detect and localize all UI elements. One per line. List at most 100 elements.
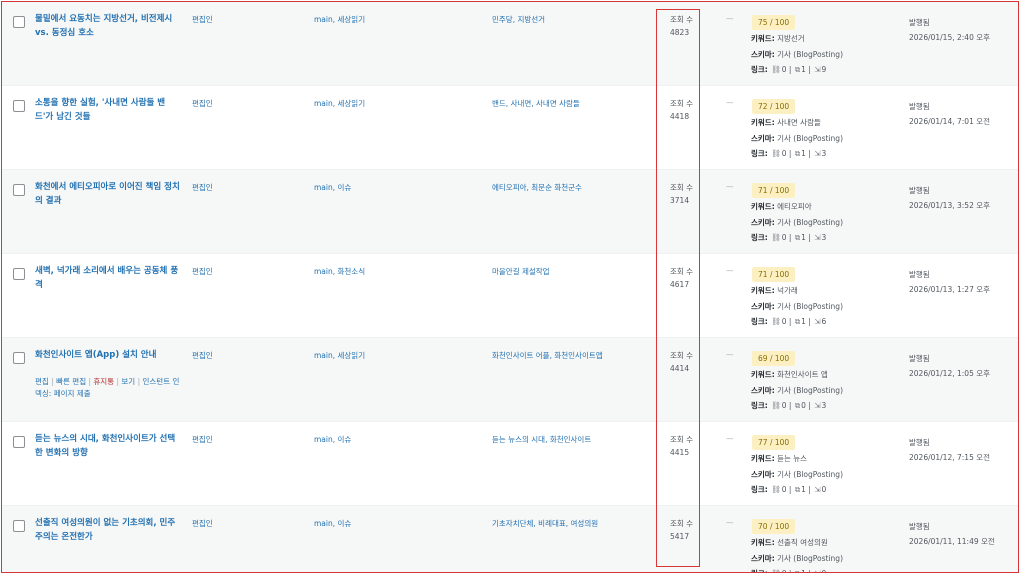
author-link[interactable]: 편집인 — [192, 182, 213, 193]
seo-score-badge: 70 / 100 — [752, 519, 796, 534]
publish-date: 2026/01/13, 3:52 오후 — [909, 201, 991, 210]
author-link[interactable]: 편집인 — [192, 350, 213, 361]
publish-status: 발행됨 2026/01/11, 11:49 오전 — [909, 519, 995, 549]
table-row: 새벽, 넉가래 소리에서 배우는 공동체 풍격 편집인 main, 화천소식 마을안길… — [2, 254, 1018, 338]
view-link[interactable]: 보기 — [121, 377, 135, 386]
publish-date: 2026/01/12, 7:15 오전 — [909, 453, 991, 462]
author-link[interactable]: 편집인 — [192, 98, 213, 109]
seo-keyword: 키워드: 선출직 여성의원 — [751, 535, 911, 551]
seo-details: 키워드: 사내면 사람들 스키마: 기사 (BlogPosting) 링크: ⛓0 … — [751, 115, 911, 162]
incoming-link-count: 9 — [821, 65, 827, 74]
seo-score-value: 75 — [758, 18, 768, 27]
categories-links[interactable]: main, 화천소식 — [314, 266, 365, 277]
incoming-link-count: 3 — [821, 233, 827, 242]
seo-schema: 스키마: 기사 (BlogPosting) — [751, 467, 911, 483]
incoming-link-icon: ⇲ — [814, 401, 821, 410]
links-label: 링크: — [751, 149, 768, 158]
seo-score-value: 72 — [758, 102, 768, 111]
keyword-label: 키워드: — [751, 34, 775, 43]
tags-links[interactable]: 에티오피아, 최문순 화천군수 — [492, 182, 582, 193]
incoming-link-icon: ⇲ — [814, 566, 820, 572]
tags-links[interactable]: 듣는 뉴스의 시대, 화천인사이트 — [492, 434, 591, 445]
keyword-value: 선출직 여성의원 — [777, 538, 828, 547]
tags-links[interactable]: 기초자치단체, 비례대표, 여성의원 — [492, 518, 598, 529]
post-title-link[interactable]: 화천에서 에티오피아로 이어진 책임 정치의 결과 — [35, 180, 180, 208]
schema-value: 기사 (BlogPosting) — [777, 385, 843, 395]
incoming-link-count: 6 — [821, 317, 827, 326]
author-link[interactable]: 편집인 — [192, 518, 213, 529]
internal-link-count: 0 — [781, 149, 787, 158]
categories-links[interactable]: main, 세상읽기 — [314, 350, 365, 361]
seo-score-badge: 75 / 100 — [752, 15, 796, 30]
publish-status: 발행됨 2026/01/12, 7:15 오전 — [909, 435, 990, 465]
categories-links[interactable]: main, 이슈 — [314, 182, 351, 193]
tags-links[interactable]: 화천인사이트 어플, 화천인사이트앱 — [492, 350, 603, 361]
categories-links[interactable]: main, 이슈 — [314, 518, 351, 529]
external-link-count: 1 — [801, 233, 806, 242]
internal-link-count: 0 — [781, 401, 787, 410]
quick-edit-link[interactable]: 빠른 편집 — [56, 377, 86, 386]
publish-status: 발행됨 2026/01/12, 1:05 오후 — [909, 351, 990, 381]
seo-details: 키워드: 선출직 여성의원스키마: 기사 (BlogPosting) 링크: ⛓0… — [751, 535, 911, 572]
row-checkbox[interactable] — [13, 16, 25, 28]
keyword-label: 키워드: — [751, 370, 775, 379]
external-link-icon: ⧉ — [794, 401, 801, 410]
links-label: 링크: — [751, 317, 768, 326]
author-link[interactable]: 편집인 — [192, 266, 213, 277]
keyword-value: 듣는 뉴스 — [777, 454, 808, 463]
external-link-count: 1 — [801, 149, 806, 158]
categories-links[interactable]: main, 세상읽기 — [314, 98, 365, 109]
author-link[interactable]: 편집인 — [192, 434, 213, 445]
keyword-value: 사내면 사람들 — [777, 118, 821, 127]
row-checkbox[interactable] — [13, 352, 25, 364]
comments-empty: — — [726, 434, 734, 443]
internal-link-count: 0 — [781, 233, 787, 242]
seo-keyword: 키워드: 에티오피아 — [751, 199, 911, 215]
schema-label: 스키마: — [751, 301, 775, 311]
tags-links[interactable]: 밴드, 사내면, 사내면 사람들 — [492, 98, 580, 109]
post-title-link[interactable]: 화천인사이트 앱(App) 설치 안내 — [35, 348, 180, 362]
trash-link[interactable]: 휴지통 — [93, 377, 114, 386]
links-label: 링크: — [751, 401, 768, 410]
row-checkbox[interactable] — [13, 100, 25, 112]
row-checkbox[interactable] — [13, 184, 25, 196]
post-title-link[interactable]: 새벽, 넉가래 소리에서 배우는 공동체 풍격 — [35, 264, 180, 292]
schema-value: 기사 (BlogPosting) — [777, 217, 843, 227]
seo-links: 링크: ⛓0 | ⧉1 | ⇲0 — [751, 566, 911, 572]
publish-date: 2026/01/13, 1:27 오후 — [909, 285, 991, 294]
keyword-value: 에티오피아 — [777, 202, 812, 211]
schema-value: 기사 (BlogPosting) — [777, 553, 843, 563]
seo-score-badge: 77 / 100 — [752, 435, 796, 450]
post-title-link[interactable]: 물밑에서 요동치는 지방선거, 비전제시 vs. 동정심 호소 — [35, 12, 180, 40]
post-title-link[interactable]: 듣는 뉴스의 시대, 화천인사이트가 선택한 변화의 방향 — [35, 432, 180, 460]
tags-links[interactable]: 민주당, 지방선거 — [492, 14, 545, 25]
seo-score-badge: 71 / 100 — [752, 183, 796, 198]
row-checkbox[interactable] — [13, 268, 25, 280]
post-title-link[interactable]: 소통을 향한 실험, '사내면 사람들 밴드'가 남긴 것들 — [35, 96, 180, 124]
author-link[interactable]: 편집인 — [192, 14, 213, 25]
table-row: 선출직 여성의원이 없는 기초의회, 민주주의는 온전한가 편집인 main, 이슈… — [2, 506, 1018, 572]
publish-status: 발행됨 2026/01/14, 7:01 오전 — [909, 99, 990, 129]
tags-links[interactable]: 마을안길 제설작업 — [492, 266, 550, 277]
external-link-count: 1 — [801, 317, 806, 326]
incoming-link-icon: ⇲ — [814, 65, 821, 74]
status-label: 발행됨 — [909, 102, 930, 111]
seo-details: 키워드: 넉가래 스키마: 기사 (BlogPosting) 링크: ⛓0 | ⧉1… — [751, 283, 911, 330]
categories-links[interactable]: main, 세상읽기 — [314, 14, 365, 25]
seo-links: 링크: ⛓0 | ⧉1 | ⇲3 — [751, 146, 911, 162]
internal-link-count: 0 — [781, 485, 787, 494]
post-title-link[interactable]: 선출직 여성의원이 없는 기초의회, 민주주의는 온전한가 — [35, 516, 180, 544]
external-link-icon: ⧉ — [794, 149, 801, 158]
categories-links[interactable]: main, 이슈 — [314, 434, 351, 445]
internal-link-icon: ⛓ — [771, 485, 781, 494]
row-checkbox[interactable] — [13, 436, 25, 448]
schema-label: 스키마: — [751, 553, 775, 563]
seo-score-max: / 100 — [769, 354, 790, 363]
keyword-label: 키워드: — [751, 202, 775, 211]
status-label: 발행됨 — [909, 354, 930, 363]
row-checkbox[interactable] — [13, 520, 25, 532]
edit-link[interactable]: 편집 — [35, 377, 49, 386]
schema-label: 스키마: — [751, 217, 775, 227]
status-label: 발행됨 — [909, 438, 930, 447]
external-link-icon: ⧉ — [794, 65, 801, 74]
